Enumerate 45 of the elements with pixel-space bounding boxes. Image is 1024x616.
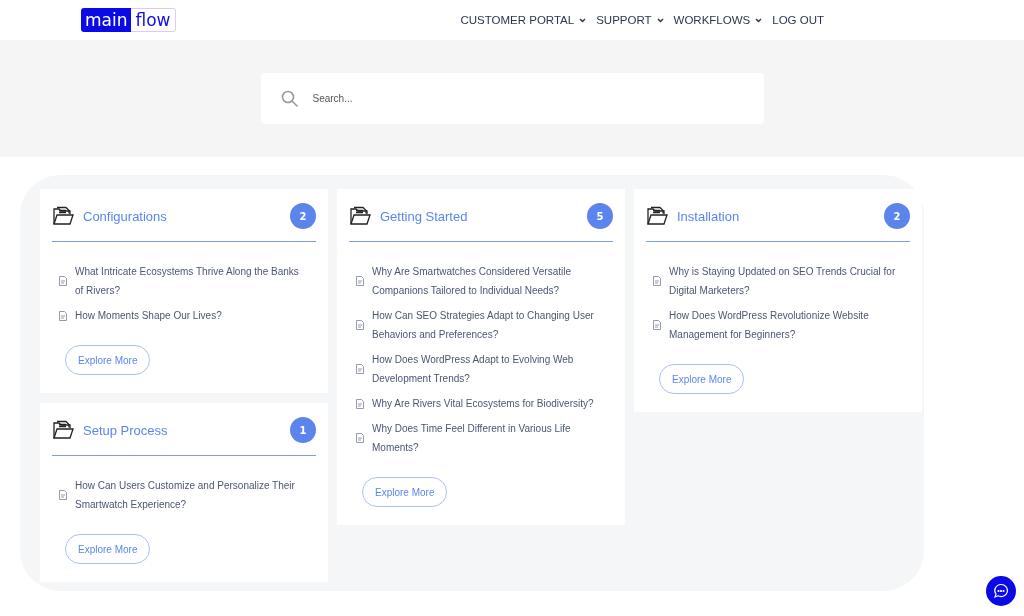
folder-icon [646,206,668,226]
article-link[interactable]: Why Does Time Feel Different in Various Life Moments? [372,419,604,457]
article-link[interactable]: Why Are Smartwatches Considered Versatile Companions Tailored to Individual Needs? [372,262,604,300]
category-title[interactable]: Getting Started [380,208,578,224]
article-count: 1 [290,417,316,443]
document-icon [653,320,661,330]
explore-more-button[interactable]: Explore More [65,345,151,375]
article-link[interactable]: Why is Staying Updated on SEO Trends Crucial for Digital Marketers? [669,262,901,300]
search-icon [280,89,299,108]
explore-more-button[interactable]: Explore More [65,534,151,564]
article-count: 2 [290,203,316,229]
document-icon [59,310,67,321]
article-link[interactable]: How Can SEO Strategies Adapt to Changing User Behaviors and Preferences? [372,306,604,344]
document-icon [356,320,364,330]
chat-icon [993,583,1009,599]
logo-main[interactable]: main [81,8,132,32]
document-icon [356,364,364,374]
logo-flow[interactable]: flow [131,8,176,32]
explore-more-button[interactable]: Explore More [362,477,448,507]
explore-more-button[interactable]: Explore More [659,364,745,394]
article-link[interactable]: How Can Users Customize and Personalize Their Smartwatch Experience? [75,476,307,514]
folder-icon [52,206,74,226]
chat-button[interactable] [986,576,1016,606]
article-link[interactable]: Why Are Rivers Vital Ecosystems for Biodiversity? [372,394,594,413]
folder-icon [52,420,74,440]
article-link[interactable]: What Intricate Ecosystems Thrive Along the Banks of Rivers? [75,262,307,300]
document-icon [59,490,67,500]
category-title[interactable]: Setup Process [83,422,281,438]
category-title[interactable]: Configurations [83,208,281,224]
nav-link[interactable]: SUPPORT [596,14,664,26]
article-count: 2 [884,203,910,229]
document-icon [356,433,364,443]
nav-link[interactable]: LOG OUT [772,14,824,26]
nav-link[interactable]: WORKFLOWS [673,14,763,26]
document-icon [653,276,661,286]
document-icon [356,398,364,409]
document-icon [59,276,67,286]
article-link[interactable]: How Does WordPress Adapt to Evolving Web Development Trends? [372,350,604,388]
article-link[interactable]: How Moments Shape Our Lives? [75,306,222,325]
article-count: 5 [587,203,613,229]
article-link[interactable]: How Does WordPress Revolutionize Website Management for Beginners? [669,306,901,344]
category-title[interactable]: Installation [677,208,875,224]
document-icon [356,276,364,286]
folder-icon [349,206,371,226]
nav-link[interactable]: CUSTOMER PORTAL [460,14,587,26]
